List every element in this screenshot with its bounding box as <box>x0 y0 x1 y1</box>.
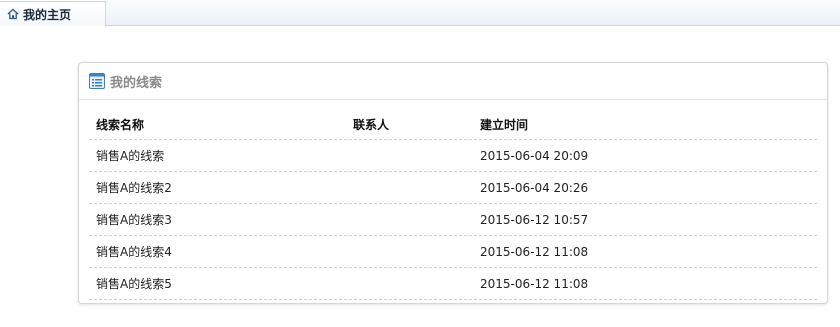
table-row: 销售A的线索3 2015-06-12 10:57 <box>89 204 817 236</box>
tab-home-label: 我的主页 <box>23 7 72 22</box>
column-header-name: 线索名称 <box>96 117 145 132</box>
lead-created-time: 2015-06-12 11:08 <box>480 276 589 291</box>
tab-home[interactable]: 我的主页 <box>0 1 106 27</box>
lead-name-link[interactable]: 销售A的线索5 <box>96 268 172 299</box>
lead-name-link[interactable]: 销售A的线索2 <box>96 172 172 203</box>
panel-header: 我的线索 <box>79 63 827 100</box>
lead-name-link[interactable]: 销售A的线索4 <box>96 236 172 267</box>
list-icon <box>89 73 105 89</box>
column-header-contact: 联系人 <box>353 117 390 132</box>
lead-created-time: 2015-06-12 11:08 <box>480 244 589 259</box>
table-row: 销售A的线索4 2015-06-12 11:08 <box>89 236 817 268</box>
table-row: 销售A的线索5 2015-06-12 11:08 <box>89 268 817 300</box>
column-header-created: 建立时间 <box>480 117 529 132</box>
tab-bar: 我的主页 <box>0 0 840 27</box>
lead-name-link[interactable]: 销售A的线索 <box>96 140 164 171</box>
my-leads-panel: 我的线索 线索名称 联系人 建立时间 销售A的线索 2015-06-04 20:… <box>78 62 828 304</box>
panel-title: 我的线索 <box>110 75 163 91</box>
lead-created-time: 2015-06-12 10:57 <box>480 212 589 227</box>
table-row: 销售A的线索2 2015-06-04 20:26 <box>89 172 817 204</box>
leads-table: 线索名称 联系人 建立时间 销售A的线索 2015-06-04 20:09 销售… <box>89 109 817 300</box>
lead-created-time: 2015-06-04 20:09 <box>480 148 589 163</box>
table-header-row: 线索名称 联系人 建立时间 <box>89 109 817 140</box>
lead-created-time: 2015-06-04 20:26 <box>480 180 589 195</box>
home-icon <box>6 7 20 21</box>
table-row: 销售A的线索 2015-06-04 20:09 <box>89 140 817 172</box>
lead-name-link[interactable]: 销售A的线索3 <box>96 204 172 235</box>
